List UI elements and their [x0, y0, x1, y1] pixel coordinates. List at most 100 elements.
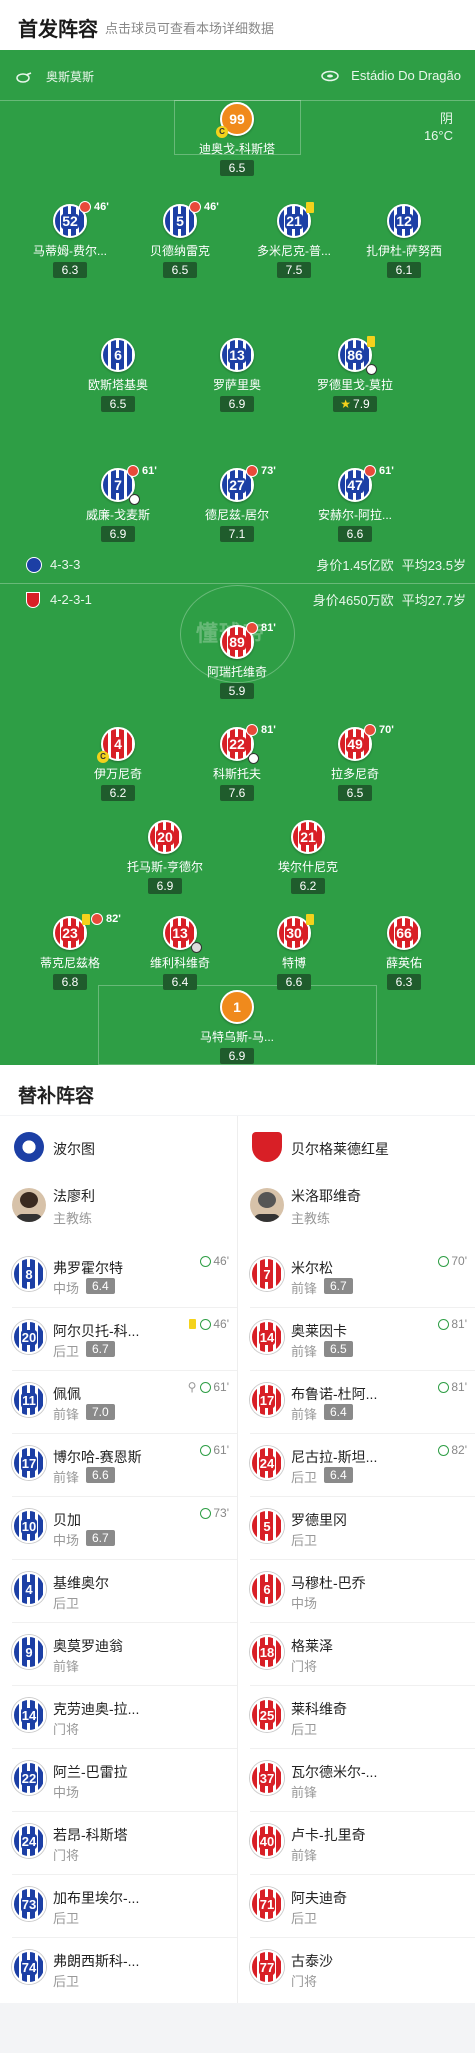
shirt-icon: 21	[277, 202, 314, 238]
pitch-player[interactable]: 21 多米尼克-普... 7.5	[239, 202, 349, 279]
sub-player-position: 前锋	[53, 1470, 80, 1485]
sub-player-row[interactable]: 37 瓦尔德米尔-... 前锋	[238, 1748, 475, 1811]
sub-time: 82'	[451, 1443, 467, 1457]
sub-player-position: 中场	[53, 1281, 80, 1296]
captain-icon: C	[97, 751, 109, 763]
sub-player-row[interactable]: 74 弗朗西斯科-... 后卫	[0, 1937, 237, 2000]
row-divider	[12, 1622, 237, 1623]
sub-player-row[interactable]: 20 阿尔贝托-科... 后卫 6.7 46'	[0, 1307, 237, 1370]
sub-player-name: 加布里埃尔-...	[53, 1890, 140, 1906]
pitch-player[interactable]: 12 扎伊杜-萨努西 6.1	[349, 204, 459, 279]
player-rating: 6.5	[163, 262, 197, 278]
player-name: 托马斯-亨德尔	[127, 860, 203, 874]
sub-player-rating: 6.7	[86, 1341, 115, 1357]
home-age: 平均23.5岁	[401, 558, 466, 573]
sub-player-row[interactable]: 22 阿兰-巴雷拉 中场	[0, 1748, 237, 1811]
shirt-icon: 25	[250, 1698, 284, 1732]
sub-player-row[interactable]: 17 布鲁诺-杜阿... 前锋 6.4 81'	[238, 1370, 475, 1433]
row-divider	[12, 1874, 237, 1875]
sub-player-name: 瓦尔德米尔-...	[291, 1764, 378, 1780]
shirt-icon: 20	[148, 820, 182, 854]
pitch-player[interactable]: 52 46' 马蒂姆-费尔... 6.3	[15, 201, 125, 279]
shirt-icon: 24	[250, 1446, 284, 1480]
pitch-player[interactable]: 6 欧斯塔基奥 6.5	[63, 338, 173, 413]
player-rating: 6.2	[291, 878, 325, 894]
row-divider	[12, 1433, 237, 1434]
sub-out-icon	[364, 724, 376, 736]
pitch-player[interactable]: 89 81' 阿瑞托维奇 5.9	[182, 622, 292, 700]
sub-player-position: 前锋	[291, 1281, 318, 1296]
sub-player-row[interactable]: 8 弗罗霍尔特 中场 6.4 46'	[0, 1244, 237, 1307]
player-name: 欧斯塔基奥	[87, 378, 148, 392]
pitch-player[interactable]: 99 C 迪奥戈-科斯塔 6.5	[182, 102, 292, 177]
shirt-number: 6	[262, 1581, 272, 1597]
shirt-number: 89	[228, 633, 246, 650]
sub-out-icon	[246, 622, 258, 634]
away-formation-row: 4-2-3-1 身价4650万欧 平均27.7岁	[26, 590, 466, 609]
sub-on-indicator: 46'	[200, 1254, 229, 1268]
sub-player-row[interactable]: 73 加布里埃尔-... 后卫	[0, 1874, 237, 1937]
pitch-player[interactable]: 27 73' 德尼兹-居尔 7.1	[182, 465, 292, 543]
sub-player-position: 门将	[291, 1659, 318, 1674]
sub-player-position: 前锋	[291, 1848, 318, 1863]
shirt-number: 7	[113, 476, 123, 493]
sub-player-row[interactable]: 24 若昂-科斯塔 门将	[0, 1811, 237, 1874]
hair-icon	[20, 1192, 38, 1208]
player-rating: 6.9	[148, 878, 182, 894]
sub-player-row[interactable]: 7 米尔松 前锋 6.7 70'	[238, 1244, 475, 1307]
sub-player-row[interactable]: 25 莱科维奇 后卫	[238, 1685, 475, 1748]
shirt-icon: 27 73'	[220, 465, 276, 502]
coach-avatar[interactable]	[250, 1188, 284, 1222]
sub-player-row[interactable]: 17 博尔哈-赛恩斯 前锋 6.6 61'	[0, 1433, 237, 1496]
pitch-player[interactable]: 4C 伊万尼奇 6.2	[63, 727, 173, 802]
sub-player-row[interactable]: 4 基维奥尔 后卫	[0, 1559, 237, 1622]
sub-time: 61'	[213, 1380, 229, 1394]
pitch-player[interactable]: 5 46' 贝德纳雷克 6.5	[125, 201, 235, 279]
shirt-number: 47	[346, 476, 364, 493]
pitch-player[interactable]: 23 82' 蒂克尼兹格 6.8	[15, 913, 125, 991]
sub-player-row[interactable]: 77 古泰沙 门将	[238, 1937, 475, 2000]
sub-player-name: 马穆杜-巴乔	[291, 1575, 366, 1591]
sub-player-row[interactable]: 71 阿夫迪奇 后卫	[238, 1874, 475, 1937]
sub-out-icon	[127, 465, 139, 477]
shirt-icon: 22 81'	[220, 724, 276, 764]
shirt-icon: 47 61'	[338, 465, 394, 502]
sub-in-icon	[200, 1381, 212, 1393]
sub-player-row[interactable]: 40 卢卡-扎里奇 前锋	[238, 1811, 475, 1874]
pitch-player[interactable]: 13 罗萨里奥 6.9	[182, 338, 292, 413]
pitch-player[interactable]: 66 薛英佑 6.3	[349, 916, 459, 991]
pitch-player[interactable]: 1 马特乌斯-马... 6.9	[182, 990, 292, 1065]
sub-player-row[interactable]: 5 罗德里冈 后卫	[238, 1496, 475, 1559]
sub-player-row[interactable]: 14 克劳迪奥-拉... 门将	[0, 1685, 237, 1748]
player-rating: 6.3	[53, 262, 87, 278]
yellow-card-icon	[306, 914, 314, 925]
sub-player-name: 布鲁诺-杜阿...	[291, 1386, 378, 1402]
shirt-number: 20	[20, 1329, 38, 1345]
pitch-player[interactable]: 47 61' 安赫尔-阿拉... 6.6	[300, 465, 410, 543]
goal-ball-icon	[248, 753, 259, 764]
sub-player-row[interactable]: 11 佩佩 前锋 7.0 ⚲ 61'	[0, 1370, 237, 1433]
sub-player-row[interactable]: 10 贝加 中场 6.7 73'	[0, 1496, 237, 1559]
pitch-player[interactable]: 86 罗德里戈-莫拉 ★ 7.9	[300, 336, 410, 413]
pitch-player[interactable]: 30 特博 6.6	[239, 914, 349, 991]
row-divider	[250, 1370, 475, 1371]
pitch-player[interactable]: 13 维利科维奇 6.4	[125, 916, 235, 991]
pitch-player[interactable]: 22 81' 科斯托夫 7.6	[182, 724, 292, 802]
coach-avatar[interactable]	[12, 1188, 46, 1222]
pitch-player[interactable]: 21 埃尔什尼克 6.2	[253, 820, 363, 895]
row-divider	[250, 1622, 475, 1623]
sub-player-name: 贝加	[53, 1512, 81, 1528]
sub-on-indicator: 81'	[438, 1317, 467, 1331]
sub-player-position: 前锋	[291, 1407, 318, 1422]
sub-player-row[interactable]: 18 格莱泽 门将	[238, 1622, 475, 1685]
sub-player-row[interactable]: 9 奥莫罗迪翁 前锋	[0, 1622, 237, 1685]
pitch-player[interactable]: 49 70' 拉多尼奇 6.5	[300, 724, 410, 802]
pitch-player[interactable]: 20 托马斯-亨德尔 6.9	[110, 820, 220, 895]
sub-player-row[interactable]: 24 尼古拉-斯坦... 后卫 6.4 82'	[238, 1433, 475, 1496]
sub-player-row[interactable]: 6 马穆杜-巴乔 中场	[238, 1559, 475, 1622]
pitch-player[interactable]: 7 61' 威廉-戈麦斯 6.9	[63, 465, 173, 543]
sub-player-row[interactable]: 14 奥莱因卡 前锋 6.5 81'	[238, 1307, 475, 1370]
sub-player-rating: 6.7	[324, 1278, 353, 1294]
player-name: 贝德纳雷克	[149, 244, 210, 258]
sub-out-icon	[189, 201, 201, 213]
